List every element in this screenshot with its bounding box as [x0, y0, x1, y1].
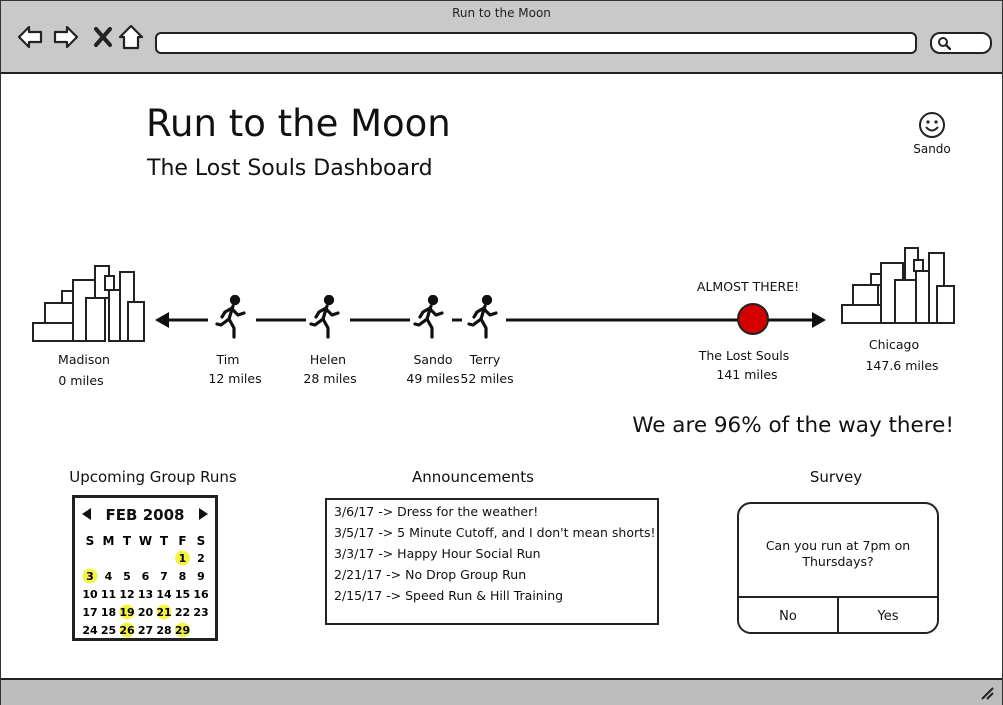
runner-icon — [215, 295, 246, 339]
calendar-day[interactable]: 18 — [101, 606, 116, 619]
calendar-month: FEB 2008 — [106, 506, 185, 524]
resize-grip-icon[interactable] — [980, 686, 994, 700]
calendar-day[interactable]: 6 — [142, 570, 150, 583]
calendar-day[interactable]: 12 — [119, 588, 134, 601]
calendar-day[interactable]: 15 — [175, 588, 190, 601]
progress-summary: We are 96% of the way there! — [632, 413, 954, 438]
calendar-day[interactable]: 21 — [156, 606, 171, 619]
calendar-day[interactable]: 8 — [179, 570, 187, 583]
calendar-prev-icon[interactable] — [82, 508, 91, 520]
calendar-day[interactable]: 9 — [197, 570, 205, 583]
calendar-grid: FEB 2008 S M T W T F S1 23 4 5 6 7 8 910 11 12 13 14 15 161… — [82, 506, 209, 638]
list-item[interactable]: 3/3/17 -> Happy Hour Social Run — [327, 542, 657, 563]
runner-icon — [309, 295, 340, 339]
team-miles: 141 miles — [716, 367, 778, 382]
list-item[interactable]: 2/21/17 -> No Drop Group Run — [327, 563, 657, 584]
calendar-day[interactable]: 3 — [86, 570, 94, 583]
calendar-day[interactable]: 28 — [156, 624, 171, 637]
calendar-day[interactable]: 20 — [138, 606, 154, 619]
runner-name: Sando — [413, 352, 453, 367]
calendar-weekday: T — [160, 534, 169, 548]
runner-miles: 52 miles — [460, 371, 514, 386]
team-name: The Lost Souls — [698, 348, 790, 363]
calendar-day[interactable]: 26 — [119, 624, 135, 637]
runner-name: Terry — [469, 352, 501, 367]
chicago-skyline-icon — [841, 247, 955, 324]
runner-icon — [413, 295, 444, 339]
team-callout: ALMOST THERE! — [696, 279, 800, 294]
team-marker — [737, 303, 769, 335]
calendar-weekday: M — [103, 534, 115, 548]
calendar[interactable]: FEB 2008 S M T W T F S 1 2 3 4 5 6 7 8 9 10 11 12 13 14 15 16 1… — [72, 495, 218, 641]
calendar-day[interactable]: 13 — [138, 588, 153, 601]
madison-skyline-icon — [32, 265, 145, 342]
status-bar — [1, 678, 1002, 705]
calendar-weekday: S — [86, 534, 95, 548]
calendar-day[interactable]: 10 — [82, 588, 98, 601]
list-item[interactable]: 3/5/17 -> 5 Minute Cutoff, and I don't m… — [327, 521, 657, 542]
announcements-title: Announcements — [412, 468, 534, 486]
list-item[interactable]: 3/6/17 -> Dress for the weather! — [327, 500, 657, 521]
calendar-next-icon[interactable] — [199, 508, 208, 520]
calendar-day[interactable]: 2 — [197, 552, 205, 565]
calendar-weekday: T — [123, 534, 132, 548]
calendar-weekday: S — [197, 534, 206, 548]
start-city-label: Madison — [58, 352, 110, 367]
survey-question: Can you run at 7pm on Thursdays? — [765, 538, 911, 569]
calendar-day[interactable]: 23 — [193, 606, 208, 619]
calendar-day[interactable]: 19 — [119, 606, 134, 619]
calendar-day[interactable]: 25 — [101, 624, 116, 637]
runner-miles: 12 miles — [208, 371, 262, 386]
calendar-day[interactable]: 17 — [82, 606, 97, 619]
calendar-day[interactable]: 1 — [179, 552, 187, 565]
calendar-weekday: F — [178, 534, 186, 548]
survey-yes-button[interactable]: Yes — [839, 596, 937, 632]
start-miles-label: 0 miles — [58, 373, 104, 388]
calendar-day[interactable]: 27 — [138, 624, 153, 637]
announcements-list: 3/6/17 -> Dress for the weather! 3/5/17 … — [325, 498, 659, 625]
end-city-label: Chicago — [868, 337, 920, 352]
end-miles-label: 147.6 miles — [865, 358, 939, 373]
calendar-day[interactable]: 24 — [82, 624, 98, 637]
calendar-day[interactable]: 16 — [193, 588, 209, 601]
calendar-day[interactable]: 4 — [105, 570, 113, 583]
calendar-day[interactable]: 22 — [175, 606, 190, 619]
calendar-day[interactable]: 14 — [156, 588, 172, 601]
survey-no-button[interactable]: No — [739, 596, 839, 632]
runner-name: Tim — [216, 352, 240, 367]
arrowhead-right-icon — [812, 312, 826, 328]
survey-card: Can you run at 7pm on Thursdays? No Yes — [737, 502, 939, 634]
calendar-weekday: W — [139, 534, 152, 548]
survey-title: Survey — [809, 468, 863, 486]
arrowhead-left-icon — [155, 312, 169, 328]
list-item[interactable]: 2/15/17 -> Speed Run & Hill Training — [327, 584, 657, 605]
calendar-day[interactable]: 11 — [101, 588, 116, 601]
runner-miles: 49 miles — [406, 371, 460, 386]
group-runs-title: Upcoming Group Runs — [69, 468, 237, 486]
calendar-day[interactable]: 29 — [175, 624, 190, 637]
calendar-day[interactable]: 7 — [160, 570, 168, 583]
calendar-day[interactable]: 5 — [123, 570, 131, 583]
runner-name: Helen — [309, 352, 347, 367]
runner-miles: 28 miles — [303, 371, 357, 386]
runner-icon — [467, 295, 498, 339]
